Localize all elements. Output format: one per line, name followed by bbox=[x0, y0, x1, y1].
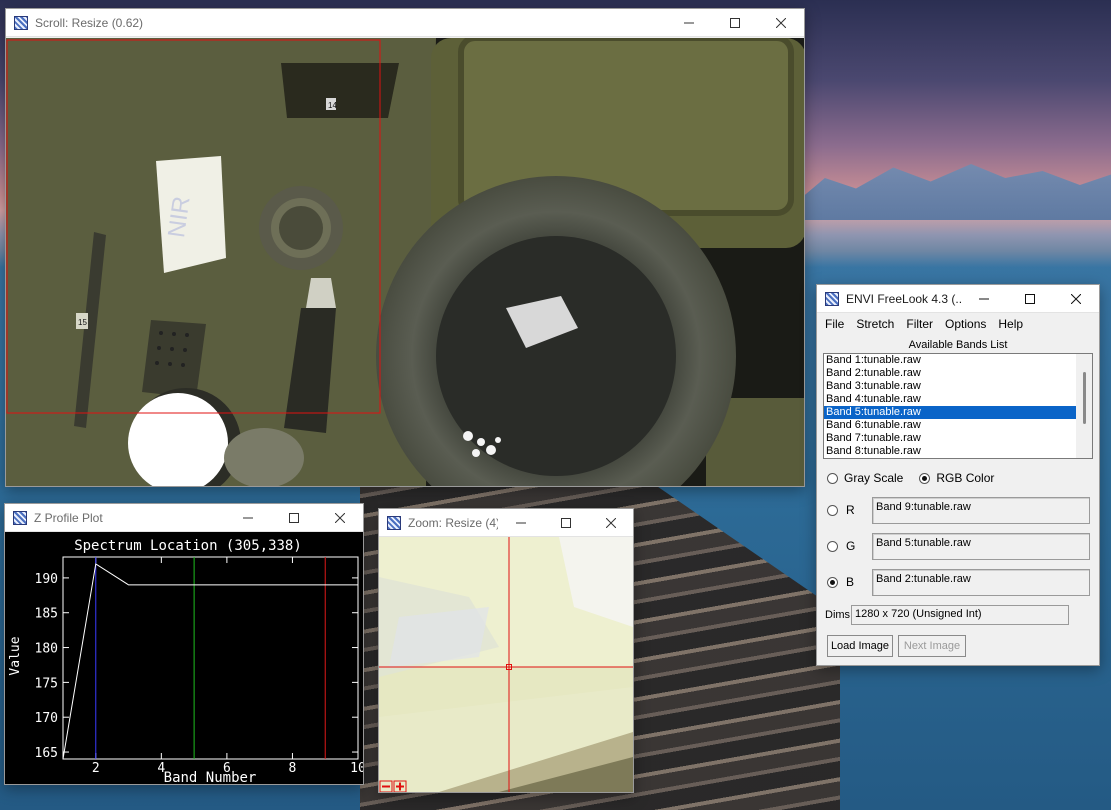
menu-filter[interactable]: Filter bbox=[900, 317, 939, 331]
rgb-color-radio[interactable] bbox=[919, 472, 931, 484]
y-tick-label: 170 bbox=[35, 711, 58, 726]
menu-file[interactable]: File bbox=[819, 317, 850, 331]
band-item[interactable]: Band 4:tunable.raw bbox=[824, 393, 1077, 406]
close-button[interactable] bbox=[1053, 285, 1099, 313]
app-icon bbox=[14, 15, 28, 30]
window-title: ENVI FreeLook 4.3 (... bbox=[846, 291, 961, 306]
minimize-button[interactable] bbox=[666, 9, 712, 37]
envi-titlebar[interactable]: ENVI FreeLook 4.3 (... bbox=[817, 285, 1099, 313]
b-label: B bbox=[846, 575, 855, 589]
r-band-field[interactable]: Band 9:tunable.raw bbox=[872, 497, 1090, 524]
app-icon bbox=[825, 291, 839, 306]
zoom-titlebar[interactable]: Zoom: Resize (4) bbox=[379, 509, 633, 537]
scroll-image: 14 NIR 15 bbox=[6, 38, 804, 486]
scene-card-label: NIR bbox=[163, 195, 195, 240]
maximize-button[interactable] bbox=[271, 504, 317, 532]
window-title: Z Profile Plot bbox=[34, 510, 103, 525]
bands-list[interactable]: Band 1:tunable.raw Band 2:tunable.raw Ba… bbox=[823, 353, 1093, 459]
band-item[interactable]: Band 7:tunable.raw bbox=[824, 432, 1077, 445]
close-button[interactable] bbox=[588, 509, 633, 537]
menu-help[interactable]: Help bbox=[992, 317, 1029, 331]
x-tick-label: 10 bbox=[350, 761, 363, 776]
close-button[interactable] bbox=[317, 504, 363, 532]
b-row: B bbox=[827, 575, 854, 589]
g-radio[interactable] bbox=[827, 540, 838, 552]
g-label: G bbox=[846, 539, 856, 553]
chart-x-label: Band Number bbox=[164, 770, 257, 784]
r-label: R bbox=[846, 503, 855, 517]
menu-bar: File Stretch Filter Options Help bbox=[817, 313, 1099, 335]
minimize-button[interactable] bbox=[498, 509, 543, 537]
next-image-button[interactable]: Next Image bbox=[898, 635, 966, 657]
scrollbar-thumb[interactable] bbox=[1083, 372, 1086, 424]
r-row: R bbox=[827, 503, 855, 517]
scene-tag-label: 14 bbox=[328, 101, 337, 110]
maximize-button[interactable] bbox=[543, 509, 588, 537]
y-tick-label: 190 bbox=[35, 572, 58, 587]
load-image-button[interactable]: Load Image bbox=[827, 635, 893, 657]
minimize-button[interactable] bbox=[961, 285, 1007, 313]
scene-pen-label: 15 bbox=[78, 318, 87, 327]
band-item[interactable]: Band 2:tunable.raw bbox=[824, 367, 1077, 380]
gray-scale-radio[interactable] bbox=[827, 472, 838, 484]
x-tick-label: 6 bbox=[223, 761, 231, 776]
minimize-button[interactable] bbox=[225, 504, 271, 532]
zoom-image-view[interactable] bbox=[379, 537, 633, 792]
bands-list-scrollbar[interactable] bbox=[1076, 354, 1092, 458]
b-band-field[interactable]: Band 2:tunable.raw bbox=[872, 569, 1090, 596]
close-button[interactable] bbox=[758, 9, 804, 37]
app-icon bbox=[13, 510, 27, 525]
plot-frame bbox=[62, 556, 359, 760]
chart-y-label: Value bbox=[8, 636, 23, 675]
spectrum-line bbox=[62, 563, 358, 760]
y-tick-label: 165 bbox=[35, 746, 58, 761]
g-row: G bbox=[827, 539, 855, 553]
bands-list-label: Available Bands List bbox=[908, 339, 1008, 351]
band-item[interactable]: Band 3:tunable.raw bbox=[824, 380, 1077, 393]
rgb-color-label: RGB Color bbox=[936, 471, 995, 485]
x-tick-label: 4 bbox=[157, 761, 165, 776]
y-tick-label: 175 bbox=[35, 676, 58, 691]
b-radio[interactable] bbox=[827, 576, 838, 588]
maximize-button[interactable] bbox=[1007, 285, 1053, 313]
x-tick-label: 8 bbox=[289, 761, 297, 776]
zprofile-window[interactable]: Z Profile Plot Spectrum Location (305,33… bbox=[4, 503, 364, 785]
zoom-window[interactable]: Zoom: Resize (4) bbox=[378, 508, 634, 793]
r-radio[interactable] bbox=[827, 504, 838, 516]
maximize-button[interactable] bbox=[712, 9, 758, 37]
gray-scale-label: Gray Scale bbox=[844, 471, 904, 485]
menu-stretch[interactable]: Stretch bbox=[850, 317, 900, 331]
menu-options[interactable]: Options bbox=[939, 317, 992, 331]
color-mode-row: Gray Scale RGB Color bbox=[827, 471, 994, 485]
envi-freelook-window[interactable]: ENVI FreeLook 4.3 (... File Stretch Filt… bbox=[816, 284, 1100, 666]
band-item-selected[interactable]: Band 5:tunable.raw bbox=[824, 406, 1077, 419]
g-band-field[interactable]: Band 5:tunable.raw bbox=[872, 533, 1090, 560]
band-item[interactable]: Band 6:tunable.raw bbox=[824, 419, 1077, 432]
window-title: Scroll: Resize (0.62) bbox=[35, 15, 144, 30]
app-icon bbox=[387, 515, 401, 530]
z-profile-chart[interactable]: Spectrum Location (305,338) Band Number … bbox=[5, 532, 363, 784]
scroll-titlebar[interactable]: Scroll: Resize (0.62) bbox=[6, 9, 804, 37]
zprofile-titlebar[interactable]: Z Profile Plot bbox=[5, 504, 363, 532]
band-item[interactable]: Band 8:tunable.raw bbox=[824, 445, 1077, 458]
scroll-image-view[interactable]: 14 NIR 15 bbox=[6, 38, 804, 486]
y-tick-label: 185 bbox=[35, 607, 58, 622]
dims-field: 1280 x 720 (Unsigned Int) bbox=[851, 605, 1069, 625]
scroll-window[interactable]: Scroll: Resize (0.62) 14 NIR 15 bbox=[5, 8, 805, 487]
y-tick-label: 180 bbox=[35, 642, 58, 657]
dims-label: Dims bbox=[825, 609, 851, 621]
window-title: Zoom: Resize (4) bbox=[408, 515, 498, 530]
chart-title: Spectrum Location (305,338) bbox=[74, 538, 302, 554]
band-item[interactable]: Band 1:tunable.raw bbox=[824, 354, 1077, 367]
x-tick-label: 2 bbox=[92, 761, 100, 776]
